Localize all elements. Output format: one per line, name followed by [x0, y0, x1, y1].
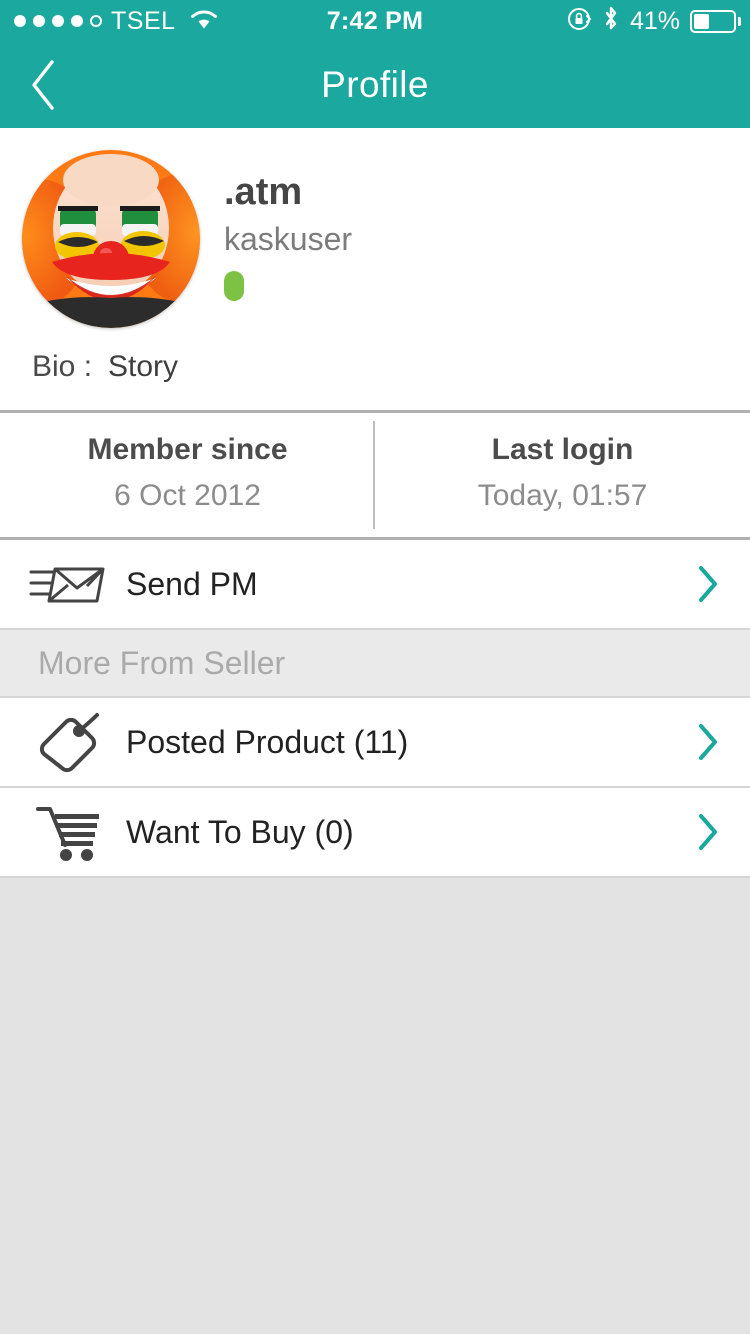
row-label: Send PM — [126, 565, 258, 602]
row-label: Posted Product (11) — [126, 723, 409, 760]
avatar[interactable] — [22, 150, 200, 328]
carrier-label: TSEL — [111, 6, 176, 35]
row-posted-product[interactable]: Posted Product (11) — [0, 698, 750, 786]
user-role-label: kaskuser — [224, 220, 353, 257]
stat-value: 6 Oct 2012 — [114, 479, 261, 512]
section-header-more-from-seller: More From Seller — [0, 630, 750, 696]
navigation-bar: Profile — [0, 42, 750, 128]
rotation-lock-icon — [566, 6, 592, 37]
status-bar-right: 41% — [566, 5, 741, 38]
price-tag-icon — [22, 712, 116, 772]
username-label: .atm — [224, 171, 303, 213]
bio-row: Bio : Story — [0, 328, 750, 384]
profile-card: .atm kaskuser Bio : Story — [0, 128, 750, 410]
chevron-right-icon — [688, 564, 728, 604]
row-send-pm[interactable]: Send PM — [0, 540, 750, 628]
send-mail-icon — [22, 560, 116, 608]
page-title: Profile — [321, 64, 429, 105]
stat-divider — [373, 421, 375, 529]
scroll-content: .atm kaskuser Bio : Story Member since 6… — [0, 128, 750, 1334]
chevron-right-icon — [688, 812, 728, 852]
chevron-right-icon — [688, 722, 728, 762]
profile-screen: TSEL 7:42 PM 41% Profile .atm kaskuser B… — [0, 0, 750, 1334]
stat-last-login: Last login Today, 01:57 — [375, 433, 750, 513]
back-button[interactable] — [0, 42, 86, 128]
shopping-cart-icon — [22, 803, 116, 861]
online-status-badge — [224, 270, 244, 301]
status-bar: TSEL 7:42 PM 41% — [0, 0, 750, 42]
battery-percent-label: 41% — [629, 6, 680, 35]
bluetooth-icon — [602, 5, 620, 38]
bio-value[interactable]: Story — [108, 350, 178, 384]
chevron-left-icon — [32, 60, 54, 110]
empty-area — [0, 878, 750, 1334]
bio-label: Bio : — [32, 350, 93, 383]
status-bar-left: TSEL — [14, 7, 219, 36]
signal-strength-icon — [14, 15, 102, 27]
stat-value: Today, 01:57 — [477, 479, 648, 512]
wifi-icon — [189, 8, 219, 35]
stats-block: Member since 6 Oct 2012 Last login Today… — [0, 413, 750, 537]
stat-member-since: Member since 6 Oct 2012 — [0, 433, 375, 513]
profile-header: .atm kaskuser — [0, 150, 750, 328]
stat-title: Last login — [491, 433, 634, 466]
clown-avatar-image — [22, 150, 200, 328]
battery-icon — [690, 9, 741, 33]
stat-title: Member since — [87, 433, 288, 466]
row-want-to-buy[interactable]: Want To Buy (0) — [0, 788, 750, 876]
row-label: Want To Buy (0) — [126, 813, 354, 850]
identity-block: .atm kaskuser — [200, 150, 352, 301]
